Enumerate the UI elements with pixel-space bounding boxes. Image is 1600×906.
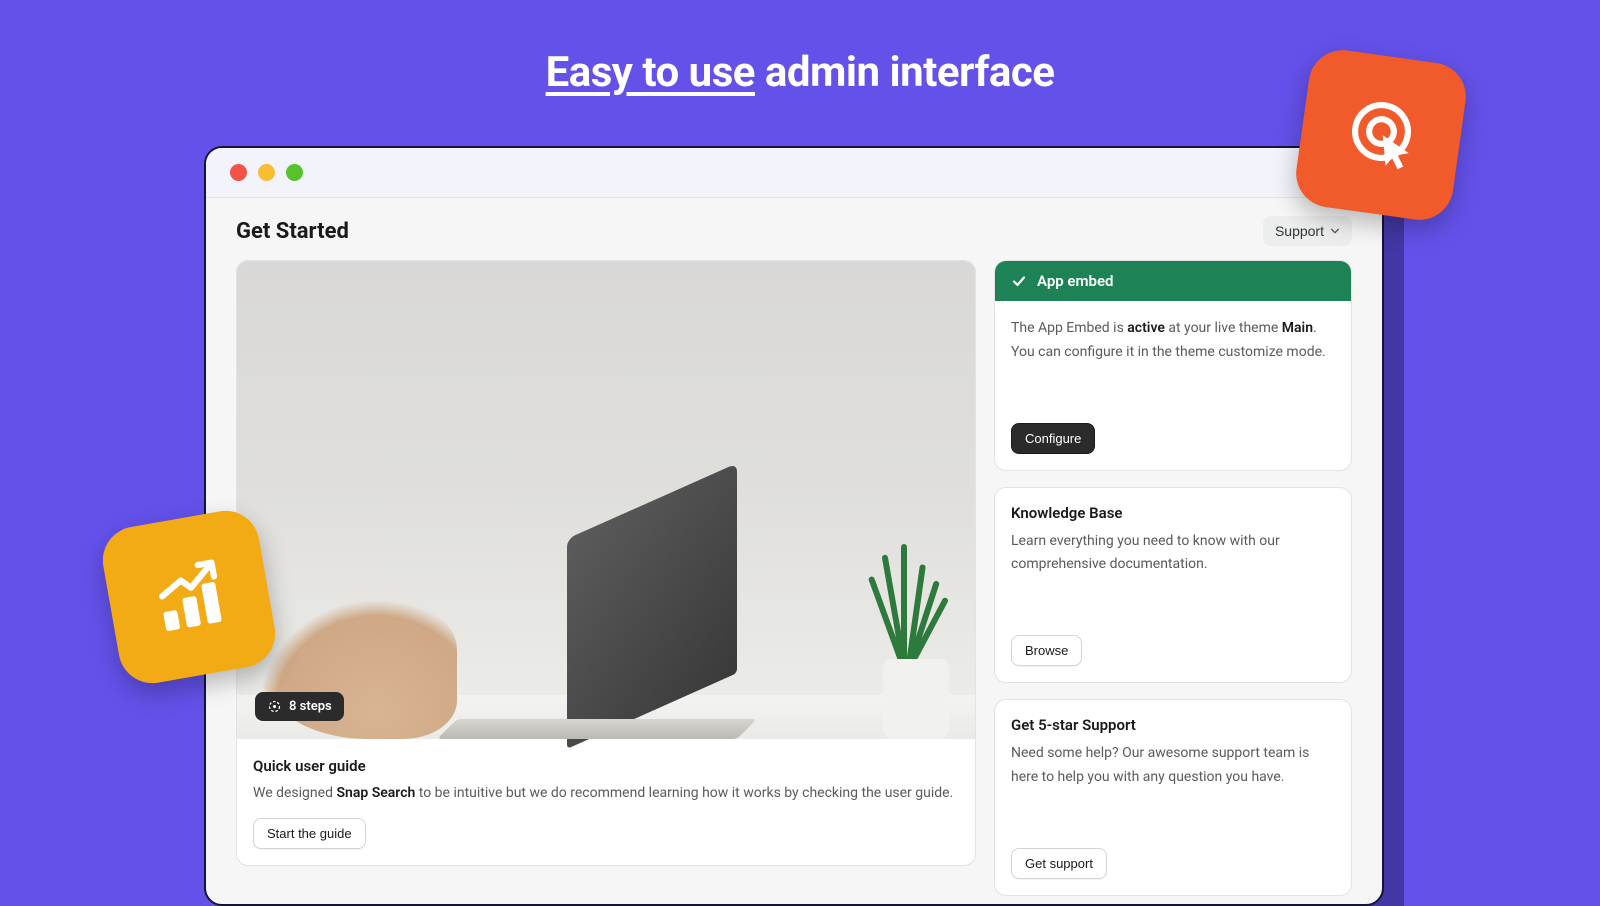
headline-emphasis: Easy to use <box>546 48 755 97</box>
page-title: Get Started <box>236 219 349 244</box>
cursor-badge-icon <box>1292 46 1470 224</box>
main-column: 8 steps Quick user guide We designed Sna… <box>236 260 976 896</box>
minimize-icon[interactable] <box>258 164 275 181</box>
support-card: Get 5-star Support Need some help? Our a… <box>994 699 1352 896</box>
maximize-icon[interactable] <box>286 164 303 181</box>
configure-button[interactable]: Configure <box>1011 423 1095 454</box>
get-support-button[interactable]: Get support <box>1011 848 1107 879</box>
window-titlebar <box>206 148 1382 198</box>
headline-rest: admin interface <box>755 48 1054 97</box>
chevron-down-icon <box>1330 226 1340 236</box>
knowledge-base-title: Knowledge Base <box>1011 504 1335 522</box>
guide-card: 8 steps Quick user guide We designed Sna… <box>236 260 976 866</box>
app-embed-title: App embed <box>1037 272 1114 290</box>
guide-hero-image: 8 steps <box>237 261 975 739</box>
browse-button[interactable]: Browse <box>1011 635 1082 666</box>
support-title: Get 5-star Support <box>1011 716 1335 734</box>
close-icon[interactable] <box>230 164 247 181</box>
support-dropdown-label: Support <box>1275 223 1324 239</box>
product-name: Snap Search <box>336 785 415 801</box>
guide-title: Quick user guide <box>253 757 959 775</box>
target-icon <box>267 699 282 714</box>
content-header: Get Started Support <box>206 198 1382 260</box>
side-column: App embed The App Embed is active at you… <box>994 260 1352 896</box>
support-description: Need some help? Our awesome support team… <box>1011 742 1335 790</box>
analytics-badge-icon <box>97 505 280 688</box>
guide-description: We designed Snap Search to be intuitive … <box>253 783 959 804</box>
app-embed-card: App embed The App Embed is active at you… <box>994 260 1352 471</box>
content-grid: 8 steps Quick user guide We designed Sna… <box>206 260 1382 906</box>
steps-badge-label: 8 steps <box>289 699 332 714</box>
support-dropdown[interactable]: Support <box>1263 216 1352 246</box>
check-icon <box>1011 273 1027 289</box>
app-embed-header: App embed <box>995 261 1351 301</box>
knowledge-base-description: Learn everything you need to know with o… <box>1011 530 1335 578</box>
knowledge-base-card: Knowledge Base Learn everything you need… <box>994 487 1352 684</box>
app-window: Get Started Support <box>204 146 1384 906</box>
start-guide-button[interactable]: Start the guide <box>253 818 366 849</box>
steps-badge: 8 steps <box>255 692 344 721</box>
app-embed-description: The App Embed is active at your live the… <box>1011 317 1335 365</box>
